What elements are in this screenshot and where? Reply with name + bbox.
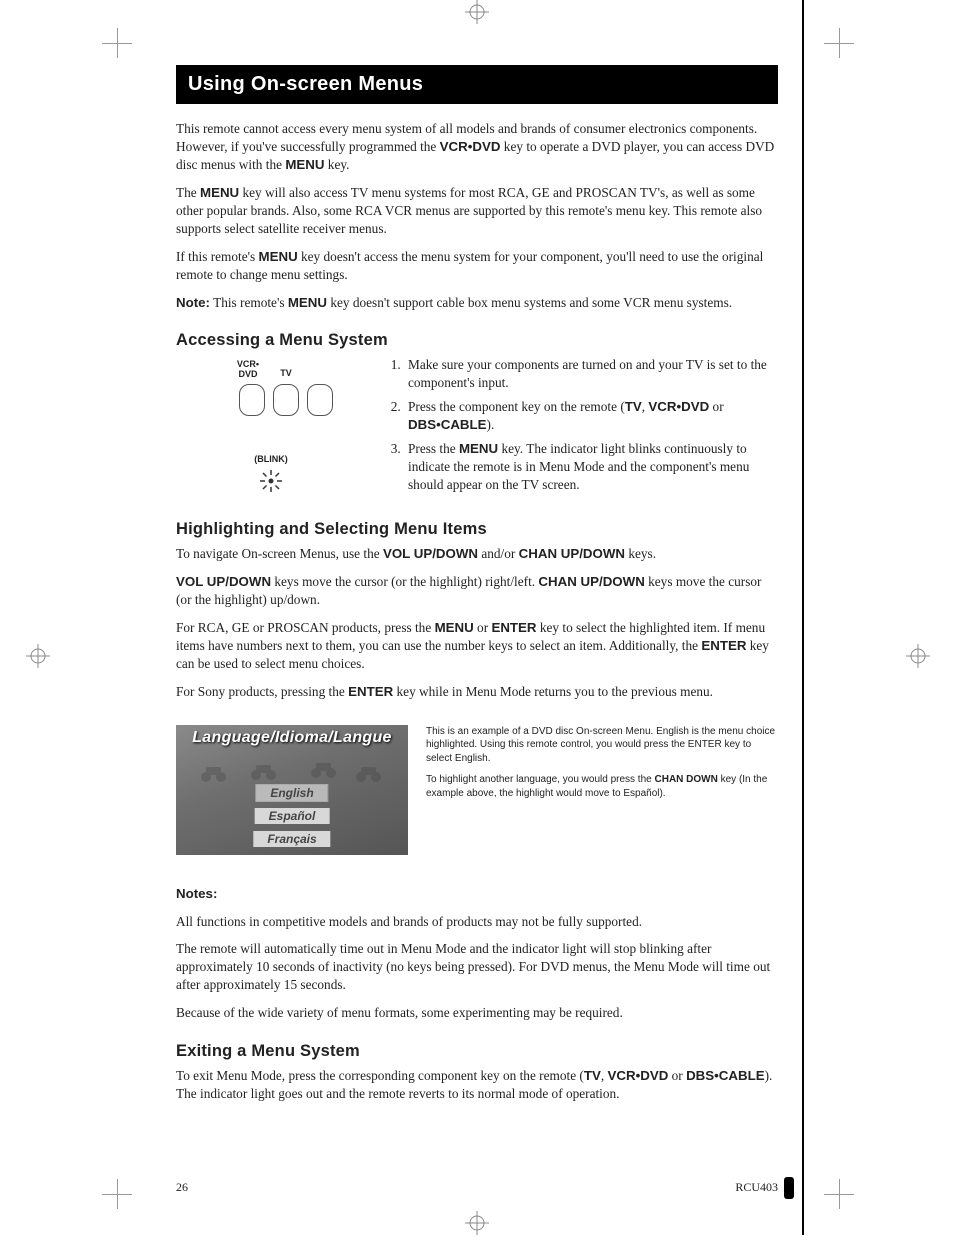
registration-mark-icon [26,644,50,668]
remote-button-icon [307,384,333,416]
section-header: Using On-screen Menus [176,65,778,104]
body-text: This remote cannot access every menu sys… [176,120,778,174]
body-text: The MENU key will also access TV menu sy… [176,184,778,238]
dvd-option-espanol: Español [255,808,330,824]
remote-button-icon [239,384,265,416]
page-footer: 26 RCU403 [176,1180,778,1195]
example-caption: This is an example of a DVD disc On-scre… [426,725,778,855]
crop-mark-icon [824,28,854,58]
notes-heading: Notes: [176,885,778,903]
steps-list: Make sure your components are turned on … [386,356,778,500]
crop-mark-icon [102,1179,132,1209]
motorcycles-icon [186,755,386,785]
remote-diagram: VCR• DVD TV (BLINK) [176,356,366,500]
body-text: The remote will automatically time out i… [176,940,778,994]
body-text: To exit Menu Mode, press the correspondi… [176,1067,778,1103]
registration-mark-icon [906,644,930,668]
registration-mark-icon [465,0,489,24]
page-border [802,0,804,1235]
page-tab-icon [784,1177,794,1199]
body-text: Because of the wide variety of menu form… [176,1004,778,1022]
body-text: For Sony products, pressing the ENTER ke… [176,683,778,701]
subheading-exiting: Exiting a Menu System [176,1042,778,1061]
body-text: All functions in competitive models and … [176,913,778,931]
crop-mark-icon [824,1179,854,1209]
step-item: Press the component key on the remote (T… [404,398,778,434]
crop-mark-icon [102,28,132,58]
step-item: Press the MENU key. The indicator light … [404,440,778,494]
registration-mark-icon [465,1211,489,1235]
model-number: RCU403 [735,1180,778,1195]
subheading-highlighting: Highlighting and Selecting Menu Items [176,520,778,539]
document-page: Using On-screen Menus This remote cannot… [0,0,954,1235]
body-text: To navigate On-screen Menus, use the VOL… [176,545,778,563]
blink-indicator-icon [176,468,366,499]
subheading-accessing: Accessing a Menu System [176,331,778,350]
dvd-option-english: English [256,785,327,801]
caption-text: This is an example of a DVD disc On-scre… [426,725,778,766]
step-item: Make sure your components are turned on … [404,356,778,392]
blink-label: (BLINK) [176,454,366,464]
remote-button-icon [273,384,299,416]
diagram-label: TV [271,360,301,380]
dvd-option-francais: Français [253,831,330,847]
dvd-example-row: Language/Idioma/Langue English Español F… [176,725,778,855]
accessing-content: VCR• DVD TV (BLINK) [176,356,778,500]
dvd-menu-title: Language/Idioma/Langue [176,729,408,747]
body-text: For RCA, GE or PROSCAN products, press t… [176,619,778,673]
note-text: Note: This remote's MENU key doesn't sup… [176,294,778,312]
caption-text: To highlight another language, you would… [426,773,778,800]
body-text: If this remote's MENU key doesn't access… [176,248,778,284]
dvd-menu-screenshot: Language/Idioma/Langue English Español F… [176,725,408,855]
diagram-label: VCR• DVD [233,360,263,380]
page-number: 26 [176,1180,188,1195]
body-text: VOL UP/DOWN keys move the cursor (or the… [176,573,778,609]
